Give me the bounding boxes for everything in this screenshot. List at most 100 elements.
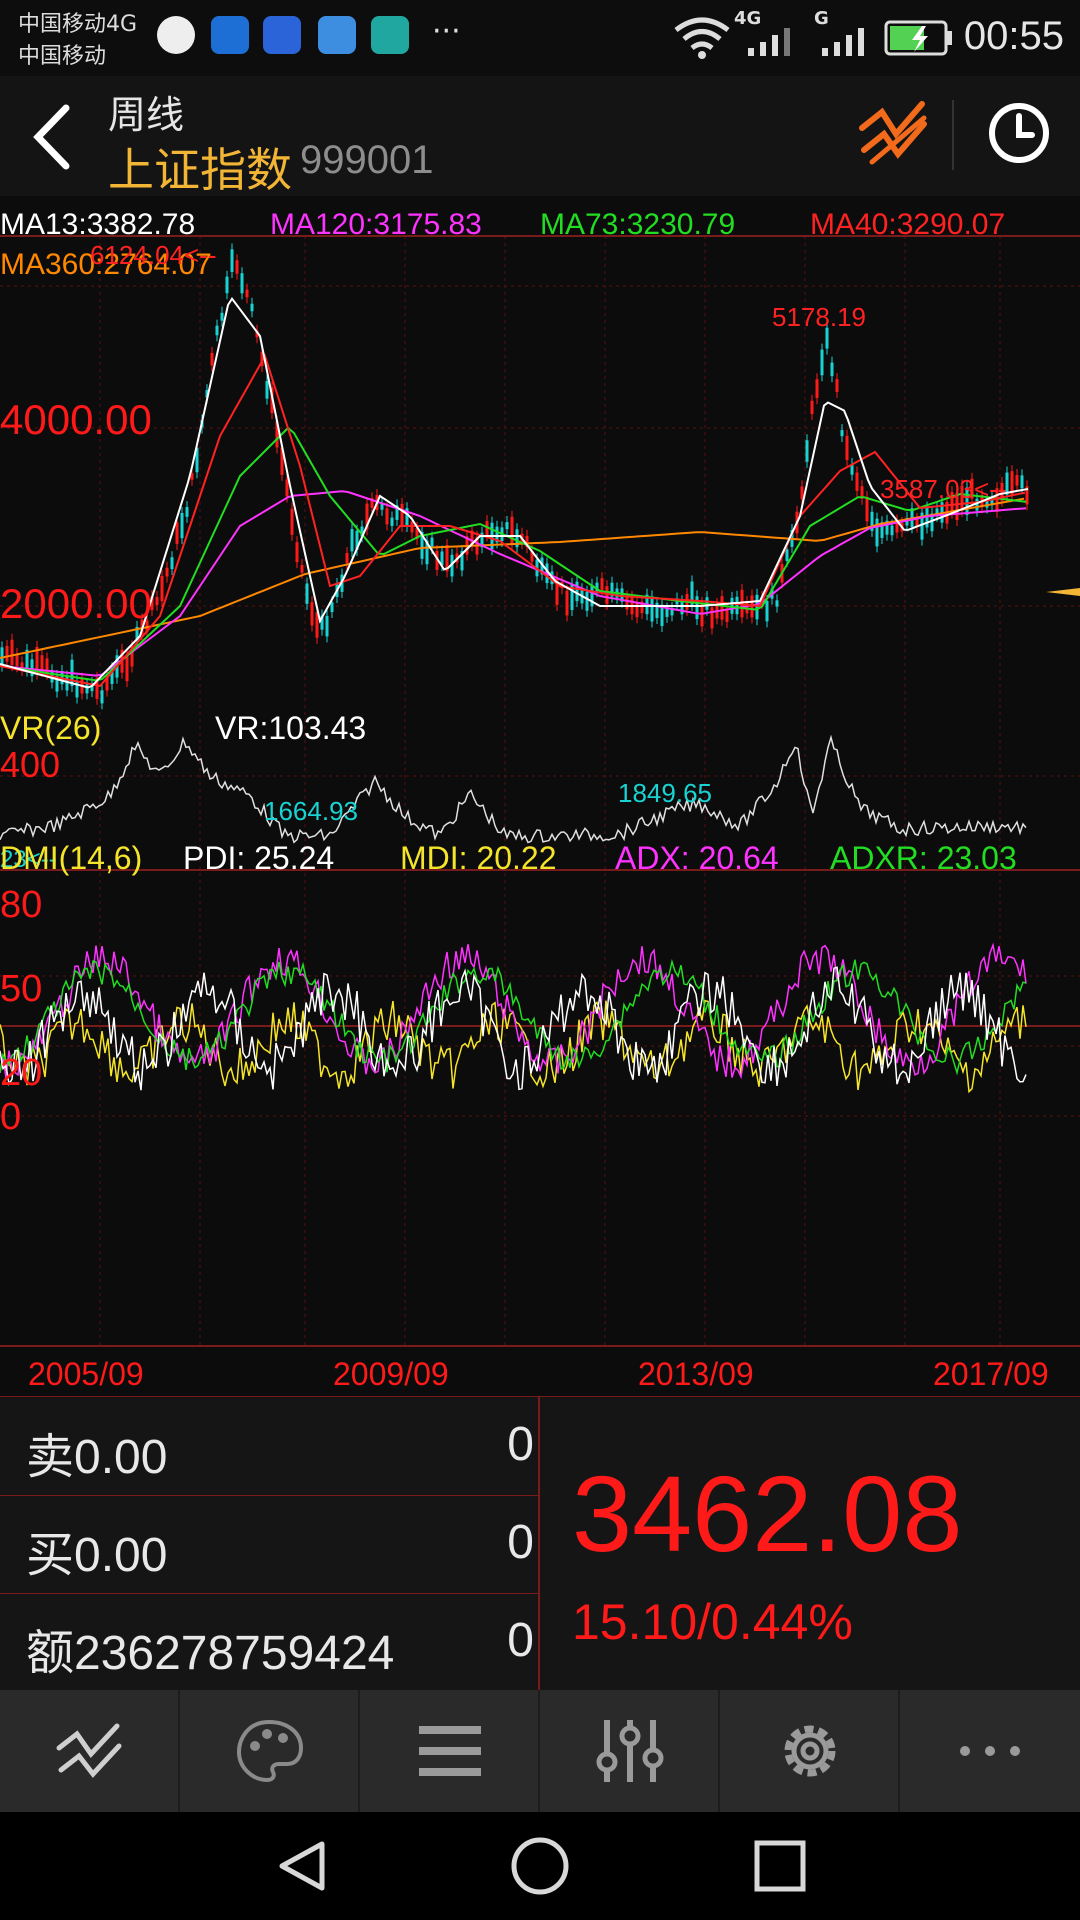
dmi-y-label-0: 0 [0, 1096, 22, 1138]
candle [165, 567, 169, 577]
notification-gallery-icon [318, 16, 356, 54]
low-2008-label: 1664.93 [264, 796, 358, 826]
candlesticks [0, 243, 1029, 710]
status-time: 00:55 [963, 14, 1064, 58]
candle [125, 654, 129, 682]
nav-home-icon[interactable] [510, 1836, 570, 1896]
candle [1015, 475, 1019, 486]
candle [265, 380, 269, 399]
current-price: 3462.08 [572, 1453, 963, 1574]
buy-row: 买0.00 0 [0, 1495, 538, 1594]
vr-line [0, 734, 1027, 844]
candle [830, 362, 834, 377]
candle [400, 503, 404, 526]
candle [85, 684, 89, 694]
candle [240, 273, 244, 294]
candle [845, 435, 849, 461]
candle [220, 312, 224, 321]
trend-button[interactable] [0, 1690, 180, 1812]
sell-row: 卖0.00 0 [0, 1397, 538, 1496]
buy-price: 买0.00 [26, 1529, 168, 1582]
notification-file-icon [371, 16, 409, 54]
nav-recents-icon[interactable] [752, 1838, 808, 1894]
candle [510, 516, 514, 545]
vr-name-label: VR(26) [0, 710, 102, 746]
candle [815, 379, 819, 399]
candle [720, 596, 724, 620]
candle [100, 690, 104, 704]
dmi-y-label-50: 50 [0, 968, 43, 1010]
candle [170, 557, 174, 570]
candle [565, 590, 569, 616]
candle [285, 479, 289, 497]
candle [15, 653, 19, 667]
candle [235, 260, 239, 274]
chart-type-icon[interactable] [858, 98, 932, 166]
x-axis-label: 2005/09 [28, 1356, 144, 1392]
ma40-label: MA40:3290.07 [810, 208, 1006, 241]
ma13-label: MA13:3382.78 [0, 208, 196, 241]
chart-grid [0, 236, 1080, 1346]
dmi-indicator-lines [0, 942, 1027, 1094]
trend-icon [56, 1723, 122, 1778]
system-nav-bar [0, 1812, 1080, 1920]
ma73-label: MA73:3230.79 [540, 208, 736, 241]
candle [805, 440, 809, 462]
y-axis-label-2000: 2000.00 [0, 580, 152, 627]
quote-panel: 卖0.00 0 买0.00 0 额236278759424 0 3462.08 … [0, 1396, 1080, 1691]
theme-button[interactable] [180, 1690, 360, 1812]
candle [625, 596, 629, 610]
price-change: 15.10/0.44% [572, 1594, 853, 1650]
recent-high-label: 3587.03<-- [880, 474, 1007, 504]
buy-volume: 0 [507, 1516, 534, 1569]
carrier-label-2: 中国移动 [18, 44, 107, 69]
more-button[interactable] [900, 1690, 1078, 1812]
candle [695, 596, 699, 620]
settings-button[interactable] [720, 1690, 900, 1812]
candle [810, 400, 814, 414]
panel-separators [0, 235, 1080, 1347]
candle [785, 549, 789, 561]
vr-indicator-line [0, 734, 1027, 844]
candle [755, 594, 759, 620]
candle [155, 596, 159, 605]
menu-icon [419, 1726, 481, 1776]
candle [800, 486, 804, 500]
candle [310, 602, 314, 626]
candle [735, 596, 739, 615]
candle [650, 596, 654, 622]
candle [680, 601, 684, 615]
peak-2015-label: 5178.19 [772, 302, 866, 332]
bottom-toolbar [0, 1690, 1080, 1812]
amount-value: 额236278759424 [26, 1627, 395, 1680]
candle [305, 583, 309, 604]
back-arrow-icon[interactable] [28, 102, 76, 172]
clock-icon[interactable] [986, 100, 1052, 166]
candle [160, 575, 164, 602]
candle [665, 608, 669, 617]
candle [180, 512, 184, 539]
notification-radio-icon [211, 16, 249, 54]
candle [605, 586, 609, 604]
candle [345, 552, 349, 564]
x-axis-label: 2013/09 [638, 1356, 754, 1392]
candle [575, 581, 579, 602]
candle [585, 591, 589, 611]
app-header: 周线 上证指数 999001 [0, 76, 1080, 197]
candle [710, 607, 714, 629]
menu-button[interactable] [360, 1690, 540, 1812]
wifi-icon [674, 17, 730, 59]
candle [765, 600, 769, 622]
indicator-settings-button[interactable] [540, 1690, 720, 1812]
nav-back-icon[interactable] [274, 1838, 330, 1894]
candle [600, 578, 604, 590]
kline-chart[interactable]: MA13:3382.78 MA120:3175.83 MA73:3230.79 … [0, 196, 1080, 1396]
low-2013-label: 1849.65 [618, 778, 712, 808]
candle [505, 522, 509, 530]
more-icon [960, 1746, 1020, 1756]
candle [5, 645, 9, 662]
signal-icon [748, 28, 790, 56]
candle [10, 639, 14, 666]
adx-label: ADX: 20.64 [615, 840, 779, 876]
candle [215, 325, 219, 336]
